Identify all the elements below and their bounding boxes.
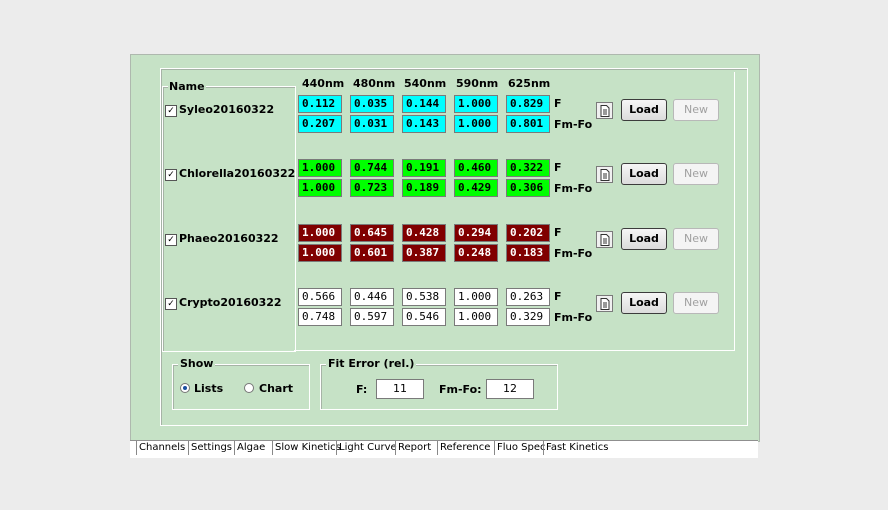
fmfo-value-cell[interactable]: 1.000 (298, 244, 342, 262)
fit-f-label: F: (356, 383, 368, 396)
fmfo-value-cell[interactable]: 0.546 (402, 308, 446, 326)
f-value-cell[interactable]: 0.035 (350, 95, 394, 113)
load-button[interactable]: Load (621, 228, 667, 250)
checkbox-2[interactable]: ✓ (165, 234, 177, 246)
f-row-label: F (554, 290, 562, 303)
fmfo-value-cell[interactable]: 0.387 (402, 244, 446, 262)
fmfo-value-cell[interactable]: 0.306 (506, 179, 550, 197)
f-row-label: F (554, 226, 562, 239)
lists-radio[interactable] (180, 383, 190, 393)
f-value-cell[interactable]: 0.191 (402, 159, 446, 177)
tab-algae[interactable]: Algae (234, 441, 267, 455)
col-590nm: 590nm (456, 77, 499, 90)
fmfo-row-label: Fm-Fo (554, 118, 593, 131)
col-440nm: 440nm (302, 77, 345, 90)
tab-light-curve[interactable]: Light Curve (336, 441, 399, 455)
fmfo-value-cell[interactable]: 0.207 (298, 115, 342, 133)
f-value-cell[interactable]: 1.000 (454, 288, 498, 306)
fit-error-heading: Fit Error (rel.) (326, 357, 417, 370)
new-button[interactable]: New (673, 99, 719, 121)
checkbox-3[interactable]: ✓ (165, 298, 177, 310)
col-540nm: 540nm (404, 77, 447, 90)
f-value-cell[interactable]: 0.112 (298, 95, 342, 113)
checkbox-1[interactable]: ✓ (165, 169, 177, 181)
fmfo-value-cell[interactable]: 0.601 (350, 244, 394, 262)
load-button[interactable]: Load (621, 99, 667, 121)
tab-report[interactable]: Report (395, 441, 433, 455)
fmfo-row-label: Fm-Fo (554, 311, 593, 324)
f-value-cell[interactable]: 0.829 (506, 95, 550, 113)
tab-slow-kinetics[interactable]: Slow Kinetics (272, 441, 343, 455)
file-icon[interactable] (596, 231, 613, 248)
name-heading: Name (168, 80, 206, 93)
f-value-cell[interactable]: 1.000 (298, 224, 342, 242)
fmfo-value-cell[interactable]: 0.801 (506, 115, 550, 133)
fit-fmfo-label: Fm-Fo: (439, 383, 482, 396)
f-value-cell[interactable]: 0.202 (506, 224, 550, 242)
tab-fluo-spec[interactable]: Fluo Spec (494, 441, 548, 455)
f-value-cell[interactable]: 0.645 (350, 224, 394, 242)
f-value-cell[interactable]: 0.428 (402, 224, 446, 242)
chart-radio[interactable] (244, 383, 254, 393)
fmfo-value-cell[interactable]: 0.429 (454, 179, 498, 197)
fmfo-value-cell[interactable]: 0.031 (350, 115, 394, 133)
fmfo-value-cell[interactable]: 0.143 (402, 115, 446, 133)
f-value-cell[interactable]: 0.294 (454, 224, 498, 242)
chart-label[interactable]: Chart (259, 382, 293, 395)
f-row-label: F (554, 97, 562, 110)
col-625nm: 625nm (508, 77, 551, 90)
tab-settings[interactable]: Settings (188, 441, 234, 455)
file-icon[interactable] (596, 102, 613, 119)
name-group (162, 86, 296, 352)
row-name-2: Phaeo20160322 (179, 232, 279, 245)
f-value-cell[interactable]: 0.263 (506, 288, 550, 306)
tab-channels[interactable]: Channels (136, 441, 187, 455)
load-button[interactable]: Load (621, 163, 667, 185)
new-button[interactable]: New (673, 163, 719, 185)
fmfo-value-cell[interactable]: 0.723 (350, 179, 394, 197)
fit-f-value[interactable]: 11 (376, 379, 424, 399)
fmfo-value-cell[interactable]: 0.248 (454, 244, 498, 262)
fmfo-value-cell[interactable]: 0.183 (506, 244, 550, 262)
f-value-cell[interactable]: 0.538 (402, 288, 446, 306)
row-name-1: Chlorella20160322 (179, 167, 296, 180)
fmfo-value-cell[interactable]: 1.000 (454, 308, 498, 326)
f-value-cell[interactable]: 1.000 (298, 159, 342, 177)
fmfo-value-cell[interactable]: 0.329 (506, 308, 550, 326)
fmfo-value-cell[interactable]: 0.748 (298, 308, 342, 326)
row-name-0: Syleo20160322 (179, 103, 275, 116)
checkbox-0[interactable]: ✓ (165, 105, 177, 117)
new-button[interactable]: New (673, 292, 719, 314)
fmfo-value-cell[interactable]: 0.597 (350, 308, 394, 326)
f-row-label: F (554, 161, 562, 174)
fmfo-value-cell[interactable]: 1.000 (454, 115, 498, 133)
f-value-cell[interactable]: 1.000 (454, 95, 498, 113)
show-heading: Show (178, 357, 216, 370)
tab-fast-kinetics[interactable]: Fast Kinetics (543, 441, 611, 455)
tab-reference[interactable]: Reference (437, 441, 493, 455)
fit-fmfo-value[interactable]: 12 (486, 379, 534, 399)
row-name-3: Crypto20160322 (179, 296, 282, 309)
tab-bar: Channels Settings Algae Slow Kinetics Li… (130, 440, 758, 458)
fmfo-value-cell[interactable]: 1.000 (298, 179, 342, 197)
load-button[interactable]: Load (621, 292, 667, 314)
f-value-cell[interactable]: 0.446 (350, 288, 394, 306)
file-icon[interactable] (596, 295, 613, 312)
col-480nm: 480nm (353, 77, 396, 90)
new-button[interactable]: New (673, 228, 719, 250)
file-icon[interactable] (596, 166, 613, 183)
fmfo-row-label: Fm-Fo (554, 247, 593, 260)
fmfo-row-label: Fm-Fo (554, 182, 593, 195)
fmfo-value-cell[interactable]: 0.189 (402, 179, 446, 197)
f-value-cell[interactable]: 0.144 (402, 95, 446, 113)
f-value-cell[interactable]: 0.460 (454, 159, 498, 177)
f-value-cell[interactable]: 0.566 (298, 288, 342, 306)
f-value-cell[interactable]: 0.322 (506, 159, 550, 177)
f-value-cell[interactable]: 0.744 (350, 159, 394, 177)
lists-label[interactable]: Lists (194, 382, 223, 395)
